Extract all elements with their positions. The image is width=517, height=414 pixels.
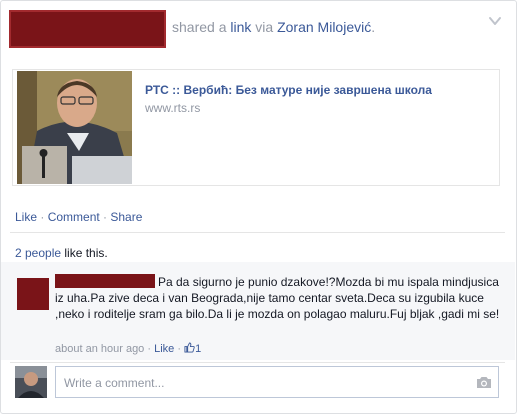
comment-timestamp[interactable]: about an hour ago — [55, 343, 144, 355]
viewer-avatar[interactable] — [15, 366, 47, 398]
comment-body: Pa da sigurno je punio dzakove!?Mozda bi… — [55, 274, 505, 322]
link-preview[interactable]: РТС :: Вербић: Без матуре није завршена … — [12, 69, 500, 186]
link-domain: www.rts.rs — [145, 101, 201, 115]
thumbs-up-icon — [184, 342, 195, 353]
meta-separator: · — [174, 343, 185, 355]
action-separator: · — [37, 210, 48, 224]
comment-input[interactable]: Write a comment... — [55, 366, 499, 398]
share-button[interactable]: Share — [110, 210, 142, 224]
divider — [10, 362, 505, 363]
likes-rest-text: like this. — [61, 246, 108, 260]
header-via-text: via — [255, 19, 274, 35]
story-header: shared a link via Zoran Milojević. — [172, 19, 375, 35]
divider — [10, 232, 505, 233]
comment-button[interactable]: Comment — [48, 210, 100, 224]
camera-icon[interactable] — [476, 376, 492, 389]
header-period: . — [371, 19, 376, 35]
comment-meta: about an hour ago · Like · 1 — [55, 342, 201, 355]
comment-like-button[interactable]: Like — [154, 343, 174, 355]
comment-like-count[interactable]: 1 — [195, 343, 201, 355]
author-name-redacted[interactable] — [9, 10, 166, 48]
likers-link[interactable]: 2 people — [15, 246, 61, 260]
chevron-down-icon[interactable] — [488, 14, 502, 28]
comment-input-placeholder: Write a comment... — [64, 376, 165, 390]
header-shared-text: shared a — [172, 19, 227, 35]
header-via-name[interactable]: Zoran Milojević — [277, 19, 371, 35]
action-separator: · — [99, 210, 111, 224]
commenter-avatar-redacted[interactable] — [17, 278, 49, 310]
link-thumbnail[interactable] — [17, 71, 132, 184]
story-actions: Like · Comment · Share — [15, 210, 142, 224]
meta-separator: · — [144, 343, 155, 355]
like-button[interactable]: Like — [15, 210, 37, 224]
link-title[interactable]: РТС :: Вербић: Без матуре није завршена … — [145, 83, 432, 97]
comment-text: Pa da sigurno je punio dzakove!?Mozda bi… — [55, 275, 500, 321]
header-link-word[interactable]: link — [230, 19, 251, 35]
likes-summary: 2 people like this. — [15, 246, 108, 260]
